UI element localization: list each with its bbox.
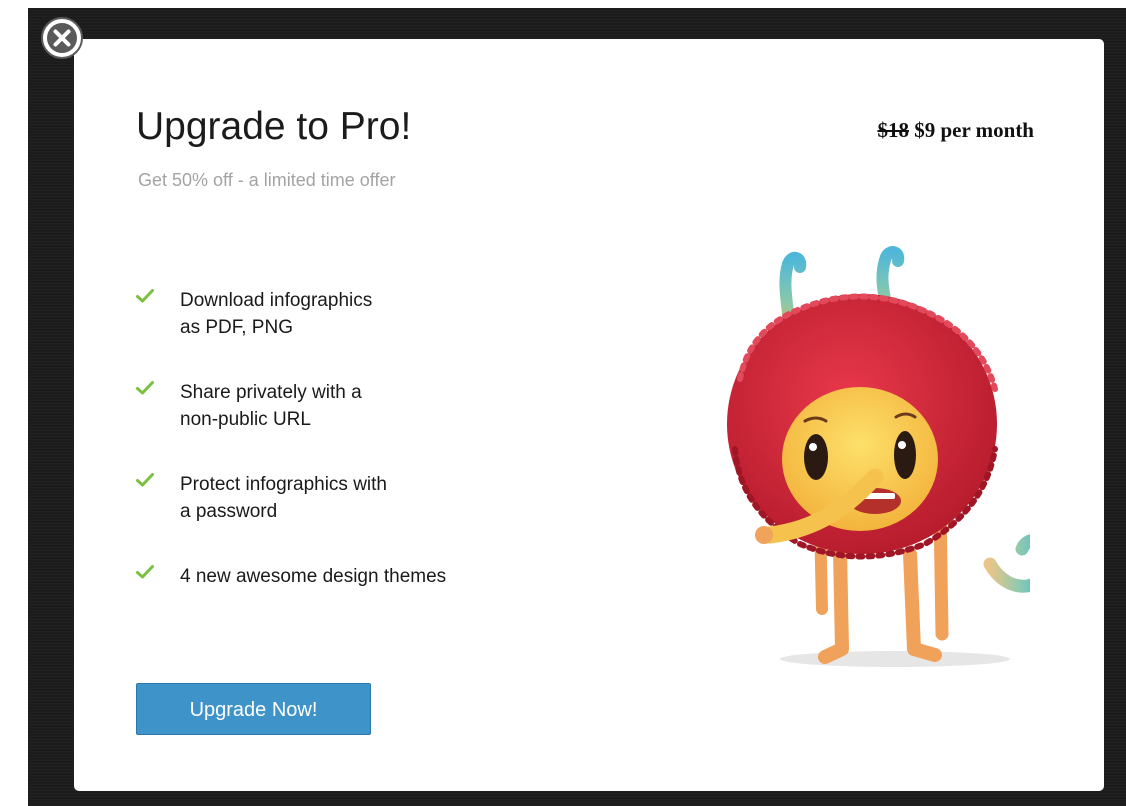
feature-text: Protect infographics with a password bbox=[180, 471, 600, 525]
feature-text: Download infographics as PDF, PNG bbox=[180, 287, 600, 341]
old-price: $18 bbox=[877, 118, 909, 142]
modal-subtitle: Get 50% off - a limited time offer bbox=[138, 170, 396, 190]
feature-line: Share privately with a bbox=[180, 382, 362, 403]
feature-line: as PDF, PNG bbox=[180, 317, 293, 338]
modal-title: Upgrade to Pro! bbox=[136, 105, 412, 148]
checkmark-icon bbox=[136, 381, 154, 395]
upgrade-now-button[interactable]: Upgrade Now! bbox=[136, 683, 371, 735]
feature-line: 4 new awesome design themes bbox=[180, 566, 447, 587]
new-price: $9 per month bbox=[914, 118, 1034, 142]
checkmark-icon bbox=[136, 565, 154, 579]
feature-line: Protect infographics with bbox=[180, 474, 387, 495]
feature-line: Download infographics bbox=[180, 290, 373, 311]
monster-mascot-illustration bbox=[727, 246, 1030, 667]
feature-text: Share privately with a non-public URL bbox=[180, 379, 600, 433]
feature-text: 4 new awesome design themes bbox=[180, 563, 600, 590]
checkmark-icon bbox=[136, 473, 154, 487]
feature-line: non-public URL bbox=[180, 409, 311, 430]
feature-line: a password bbox=[180, 501, 278, 522]
upgrade-modal: Upgrade to Pro! Get 50% off - a limited … bbox=[74, 39, 1104, 791]
checkmark-icon bbox=[136, 289, 154, 303]
close-icon[interactable] bbox=[40, 16, 84, 60]
price-label: $18 $9 per month bbox=[877, 118, 1034, 143]
